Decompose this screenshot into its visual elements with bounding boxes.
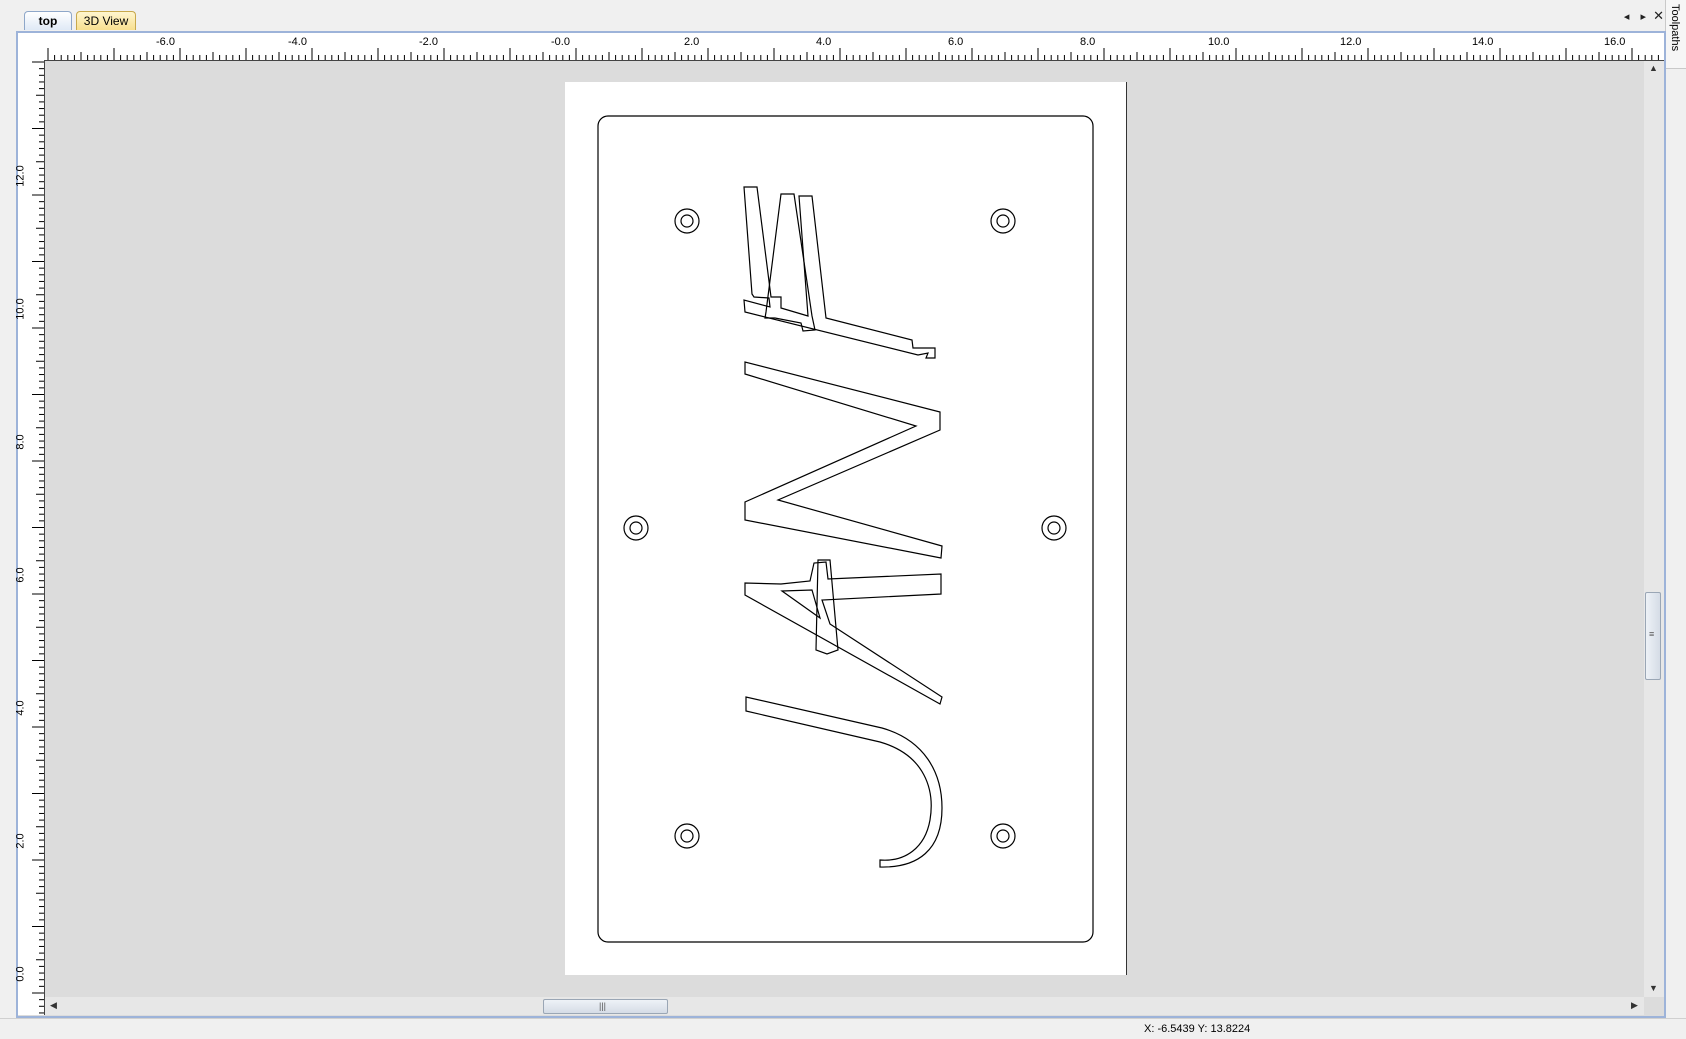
tab-top[interactable]: top (24, 11, 72, 30)
h-ruler-label: 16.0 (1604, 36, 1626, 48)
grip-icon: ||| (599, 1001, 607, 1011)
scroll-left-arrow-icon[interactable]: ◀ (50, 1000, 57, 1011)
horizontal-ruler-ticks (47, 48, 1659, 60)
v-ruler-label: 0.0 (14, 966, 27, 982)
scroll-right-arrow-icon[interactable]: ▶ (1631, 1000, 1638, 1011)
h-ruler-label: 14.0 (1472, 36, 1494, 48)
horizontal-scrollbar-thumb[interactable]: ||| (543, 999, 668, 1014)
close-icon[interactable]: ✕ (1653, 8, 1664, 24)
h-ruler-label: -4.0 (288, 36, 307, 48)
v-ruler-label: 2.0 (14, 833, 27, 849)
h-ruler-label: 6.0 (948, 36, 964, 48)
h-ruler-label: -6.0 (156, 36, 175, 48)
tab-strip: top 3D View (0, 0, 1686, 32)
tab-navigation-arrows-icon[interactable]: ◂ ▸ (1624, 10, 1650, 23)
ruler-corner (18, 33, 44, 60)
v-ruler-label: 6.0 (14, 567, 27, 583)
v-ruler-label: 12.0 (14, 165, 27, 187)
material-sheet (565, 82, 1126, 975)
v-ruler-label: 8.0 (14, 434, 27, 450)
toolpaths-panel-tab[interactable]: Toolpaths (1665, 0, 1686, 69)
h-ruler-label: -2.0 (419, 36, 438, 48)
h-ruler-label: 8.0 (1080, 36, 1096, 48)
h-ruler-label: 2.0 (684, 36, 700, 48)
h-ruler-label: 10.0 (1208, 36, 1230, 48)
vertical-scrollbar[interactable]: ▲ ▼ (1644, 61, 1664, 997)
tab-3d-view[interactable]: 3D View (76, 11, 136, 30)
horizontal-ruler: -6.0 -4.0 -2.0 -0.0 2.0 4.0 6.0 8.0 10.0… (44, 33, 1664, 61)
h-ruler-label: -0.0 (551, 36, 570, 48)
h-ruler-label: 4.0 (816, 36, 832, 48)
cursor-coordinates: X: -6.5439 Y: 13.8224 (1144, 1023, 1251, 1035)
scroll-up-arrow-icon[interactable]: ▲ (1649, 63, 1658, 73)
scroll-down-arrow-icon[interactable]: ▼ (1649, 983, 1658, 993)
horizontal-scrollbar[interactable]: ◀ ▶ (45, 997, 1644, 1015)
h-ruler-label: 12.0 (1340, 36, 1362, 48)
status-bar: X: -6.5439 Y: 13.8224 (0, 1018, 1686, 1039)
toolpaths-label: Toolpaths (1669, 4, 1681, 52)
v-ruler-label: 10.0 (14, 298, 27, 320)
vertical-ruler-ticks (32, 61, 44, 1014)
v-ruler-label: 4.0 (14, 700, 27, 716)
vertical-scrollbar-thumb[interactable]: ≡ (1645, 592, 1661, 680)
vertical-ruler: 12.0 10.0 8.0 6.0 4.0 2.0 0.0 (14, 60, 45, 1015)
grip-icon: ≡ (1649, 629, 1655, 639)
